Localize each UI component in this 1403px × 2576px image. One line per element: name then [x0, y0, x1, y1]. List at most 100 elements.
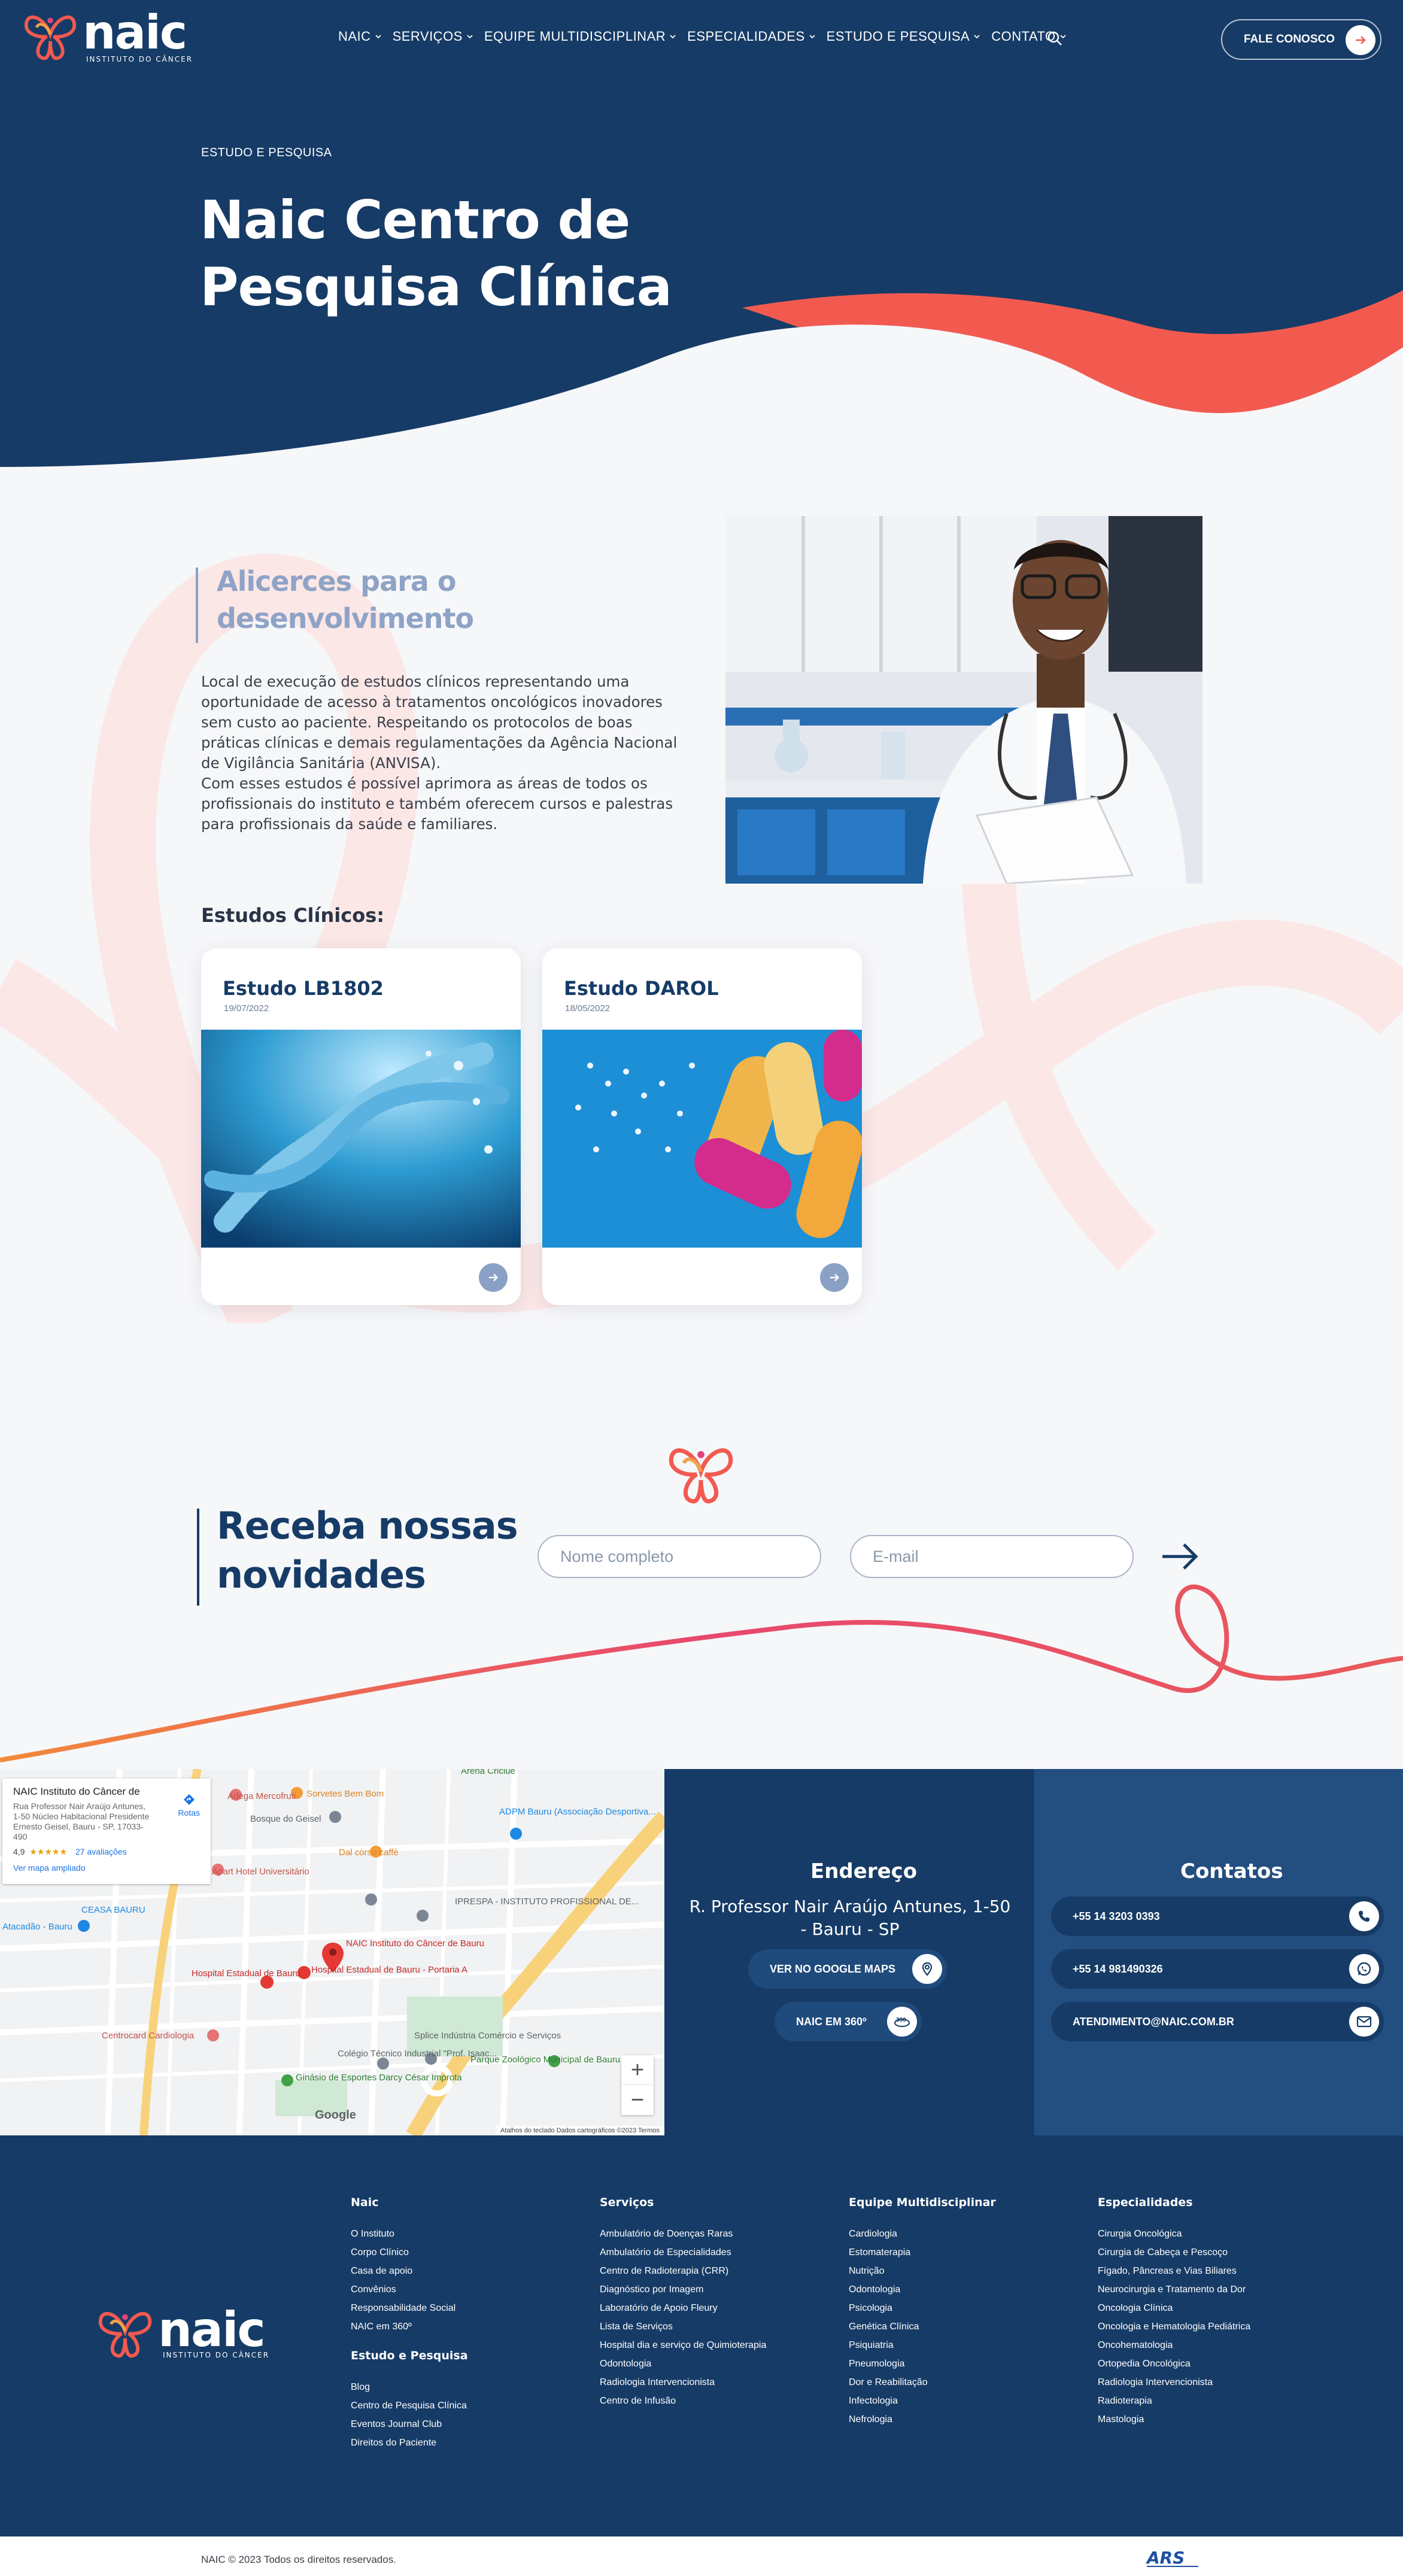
study-card[interactable]: Estudo DAROL 18/05/2022: [542, 948, 862, 1305]
footer-link[interactable]: Casa de apoio: [351, 2262, 468, 2280]
butterfly-logo-icon: [98, 2311, 152, 2358]
directions-icon: [183, 1794, 195, 1805]
copyright-text: NAIC © 2023 Todos os direitos reservados…: [201, 2554, 396, 2565]
footer-link[interactable]: Diagnóstico por Imagem: [600, 2280, 766, 2299]
footer-link[interactable]: O Instituto: [351, 2225, 468, 2243]
study-card[interactable]: Estudo LB1802 19/07/2022: [201, 948, 521, 1305]
map-label: CEASA BAURU: [81, 1905, 145, 1915]
study-date: 19/07/2022: [224, 1003, 269, 1014]
footer-column-title: Naic: [351, 2196, 379, 2209]
footer-link[interactable]: Nefrologia: [849, 2410, 996, 2429]
arrow-right-icon[interactable]: [820, 1263, 849, 1292]
footer-link[interactable]: Mastologia: [1098, 2410, 1250, 2429]
main-menu: NAIC SERVIÇOS EQUIPE MULTIDISCIPLINAR ES…: [338, 29, 1067, 44]
footer-link[interactable]: Blog: [351, 2378, 468, 2396]
map-pin-icon: [912, 1954, 942, 1984]
footer-logo[interactable]: naic INSTITUTO DO CÂNCER: [96, 2306, 270, 2361]
chevron-down-icon: [974, 35, 980, 39]
zoom-in-button[interactable]: +: [621, 2055, 654, 2085]
zoom-out-button[interactable]: −: [621, 2085, 654, 2115]
footer-link[interactable]: Responsabilidade Social: [351, 2299, 468, 2317]
footer-link[interactable]: Pneumologia: [849, 2354, 996, 2373]
footer-link[interactable]: Odontologia: [600, 2354, 766, 2373]
footer-link[interactable]: Centro de Infusão: [600, 2392, 766, 2410]
menu-item-equipe[interactable]: EQUIPE MULTIDISCIPLINAR: [484, 29, 676, 44]
map-label: Arena Criciúe: [461, 1769, 515, 1776]
footer-link[interactable]: Psiquiatria: [849, 2336, 996, 2354]
whatsapp-button[interactable]: +55 14 981490326: [1051, 1949, 1384, 1989]
footer-link[interactable]: Ortopedia Oncológica: [1098, 2354, 1250, 2373]
map-label: Atacadão - Bauru: [2, 1922, 72, 1932]
map-label: IPRESPA - INSTITUTO PROFISSIONAL DE...: [455, 1897, 639, 1907]
footer-link[interactable]: Nutrição: [849, 2262, 996, 2280]
footer-link[interactable]: Radiologia Intervencionista: [1098, 2373, 1250, 2392]
top-navigation: naic INSTITUTO DO CÂNCER NAIC SERVIÇOS E…: [0, 0, 1403, 78]
footer-link[interactable]: Ambulatório de Especialidades: [600, 2243, 766, 2262]
footer-link[interactable]: Convênios: [351, 2280, 468, 2299]
footer-link[interactable]: Oncologia Clínica: [1098, 2299, 1250, 2317]
footer-link[interactable]: Direitos do Paciente: [351, 2434, 468, 2452]
footer-link[interactable]: Estomaterapia: [849, 2243, 996, 2262]
footer-link[interactable]: Centro de Pesquisa Clínica: [351, 2396, 468, 2415]
map-label: Hospital Estadual de Bauru - Portaria A: [311, 1965, 467, 1975]
logo-tagline: INSTITUTO DO CÂNCER: [86, 55, 193, 63]
larger-map-link[interactable]: Ver mapa ampliado: [13, 1863, 200, 1873]
footer-link[interactable]: Lista de Serviços: [600, 2317, 766, 2336]
menu-item-servicos[interactable]: SERVIÇOS: [393, 29, 473, 44]
google-maps-button[interactable]: VER NO GOOGLE MAPS: [748, 1949, 947, 1989]
footer-column-servicos: Serviços Ambulatório de Doenças Raras Am…: [600, 2196, 766, 2410]
agency-logo[interactable]: ARS: [1144, 2548, 1201, 2569]
arrow-right-icon[interactable]: [479, 1263, 508, 1292]
place-address: Rua Professor Nair Araújo Antunes, 1-50 …: [13, 1801, 150, 1841]
footer-link[interactable]: Fígado, Pâncreas e Vias Biliares: [1098, 2262, 1250, 2280]
submit-arrow-icon[interactable]: [1159, 1539, 1201, 1574]
email-input[interactable]: [850, 1535, 1134, 1578]
footer-link[interactable]: Oncohematologia: [1098, 2336, 1250, 2354]
location-map[interactable]: NAIC Instituto do Câncer de Bauru Hospit…: [0, 1769, 664, 2135]
arrow-right-icon: [1346, 25, 1375, 55]
footer-link[interactable]: Neurocirurgia e Tratamento da Dor: [1098, 2280, 1250, 2299]
footer-link[interactable]: Odontologia: [849, 2280, 996, 2299]
phone-button[interactable]: +55 14 3203 0393: [1051, 1897, 1384, 1936]
place-rating: 4,9 ★★★★★ 27 avaliações: [13, 1847, 200, 1857]
footer-link[interactable]: Oncologia e Hematologia Pediátrica: [1098, 2317, 1250, 2336]
footer-logo-tagline: INSTITUTO DO CÂNCER: [163, 2351, 270, 2359]
footer-link[interactable]: Dor e Reabilitação: [849, 2373, 996, 2392]
footer-link[interactable]: Psicologia: [849, 2299, 996, 2317]
menu-item-especialidades[interactable]: ESPECIALIDADES: [687, 29, 816, 44]
footer-column-title: Equipe Multidisciplinar: [849, 2196, 996, 2209]
footer-link[interactable]: Infectologia: [849, 2392, 996, 2410]
butterfly-logo-icon: [669, 1448, 733, 1504]
menu-item-naic[interactable]: NAIC: [338, 29, 382, 44]
awareness-ribbon-line: [0, 1584, 1403, 1762]
footer-link[interactable]: Cardiologia: [849, 2225, 996, 2243]
dna-image: [201, 1030, 521, 1248]
search-icon[interactable]: [1046, 30, 1063, 47]
email-button[interactable]: ATENDIMENTO@NAIC.COM.BR: [1051, 2002, 1384, 2041]
map-attribution[interactable]: Atalhos do teclado Dados cartográficos ©…: [496, 2126, 664, 2135]
footer-link[interactable]: Hospital dia e serviço de Quimioterapia: [600, 2336, 766, 2354]
map-label: Splice Indústria Comércio e Serviços: [414, 2031, 561, 2041]
header-logo[interactable]: naic INSTITUTO DO CÂNCER: [22, 10, 193, 63]
footer-link[interactable]: Radiologia Intervencionista: [600, 2373, 766, 2392]
footer-link[interactable]: Cirurgia Oncológica: [1098, 2225, 1250, 2243]
contact-cta-button[interactable]: FALE CONOSCO: [1221, 19, 1381, 60]
reviews-link[interactable]: 27 avaliações: [75, 1847, 127, 1856]
map-label: Bosque do Geisel: [250, 1814, 321, 1824]
virtual-tour-button[interactable]: NAIC EM 360º 360: [775, 2002, 922, 2041]
footer-column-equipe: Equipe Multidisciplinar Cardiologia Esto…: [849, 2196, 996, 2429]
directions-button[interactable]: Rotas: [178, 1793, 200, 1818]
footer-link[interactable]: Ambulatório de Doenças Raras: [600, 2225, 766, 2243]
footer-link[interactable]: Centro de Radioterapia (CRR): [600, 2262, 766, 2280]
name-input[interactable]: [537, 1535, 821, 1578]
footer-link[interactable]: NAIC em 360º: [351, 2317, 468, 2336]
footer-link[interactable]: Cirurgia de Cabeça e Pescoço: [1098, 2243, 1250, 2262]
menu-item-estudo[interactable]: ESTUDO E PESQUISA: [827, 29, 981, 44]
footer-link[interactable]: Eventos Journal Club: [351, 2415, 468, 2434]
footer-link[interactable]: Corpo Clínico: [351, 2243, 468, 2262]
footer-link[interactable]: Genética Clínica: [849, 2317, 996, 2336]
footer-link[interactable]: Laboratório de Apoio Fleury: [600, 2299, 766, 2317]
footer-link[interactable]: Radioterapia: [1098, 2392, 1250, 2410]
menu-label: ESTUDO E PESQUISA: [826, 29, 970, 44]
map-label: Parque Zoológico Municipal de Bauru: [470, 2055, 620, 2065]
